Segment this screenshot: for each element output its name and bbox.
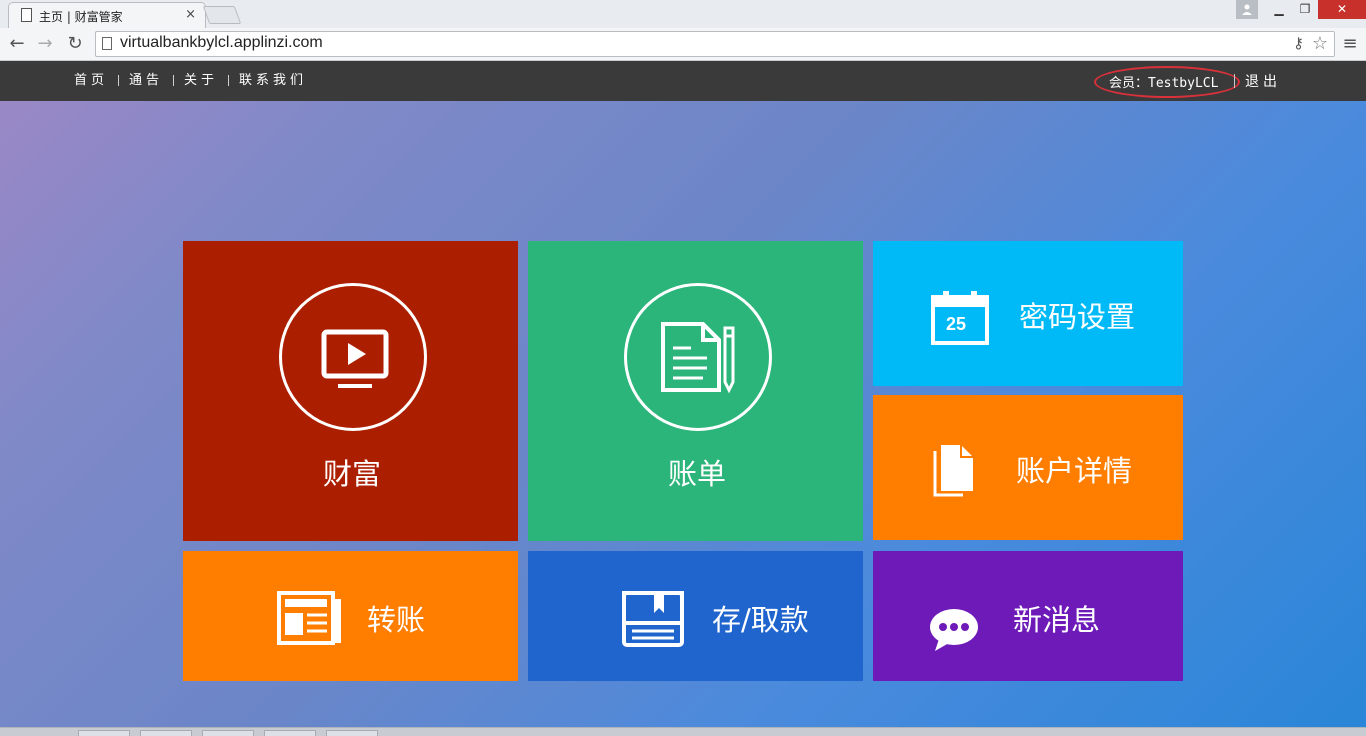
close-window-button[interactable]: ✕ <box>1318 0 1366 19</box>
site-body: 首页 通告 关于 联系我们 会员：TestbyLCL 退出 财富 账单 25 密… <box>0 61 1366 727</box>
nav-link-home[interactable]: 首页 <box>74 61 108 101</box>
taskbar-button[interactable] <box>78 730 130 736</box>
newspaper-icon <box>277 591 341 645</box>
tile-new-messages[interactable]: 新消息 <box>873 551 1183 681</box>
new-tab-button[interactable] <box>202 6 242 24</box>
document-pencil-icon <box>624 283 772 431</box>
os-taskbar <box>0 727 1366 736</box>
tile-label: 转账 <box>367 603 426 637</box>
top-navigation: 首页 通告 关于 联系我们 会员：TestbyLCL 退出 <box>0 61 1366 101</box>
url-text[interactable]: virtualbankbylcl.applinzi.com <box>120 34 323 52</box>
page-icon <box>102 37 112 50</box>
chat-bubble-icon <box>930 609 978 651</box>
nav-links: 首页 通告 关于 联系我们 <box>74 61 307 101</box>
tile-label: 密码设置 <box>1019 300 1136 334</box>
tile-deposit-withdraw[interactable]: 存/取款 <box>528 551 863 681</box>
key-icon[interactable]: ⚷ <box>1293 34 1304 52</box>
tab-close-icon[interactable]: × <box>185 7 196 22</box>
browser-tab[interactable]: 主页 | 财富管家 × <box>8 2 206 28</box>
tile-password-settings[interactable]: 25 密码设置 <box>873 241 1183 386</box>
nav-divider <box>173 75 175 86</box>
page-icon <box>21 8 32 22</box>
reload-button[interactable]: ↻ <box>63 32 87 56</box>
address-bar[interactable]: virtualbankbylcl.applinzi.com ⚷ ☆ <box>95 31 1335 57</box>
nav-link-about[interactable]: 关于 <box>184 61 218 101</box>
nav-divider <box>228 75 230 86</box>
minimize-button[interactable]: ▁ <box>1266 0 1292 19</box>
red-annotation-circle <box>1094 66 1240 98</box>
nav-link-contact[interactable]: 联系我们 <box>239 61 307 101</box>
tile-bill[interactable]: 账单 <box>528 241 863 541</box>
logout-link[interactable]: 退出 <box>1245 71 1281 91</box>
taskbar-button[interactable] <box>326 730 378 736</box>
maximize-button[interactable]: ❐ <box>1292 0 1318 19</box>
nav-divider <box>1234 74 1235 88</box>
tile-wealth[interactable]: 财富 <box>183 241 518 541</box>
tile-label: 账单 <box>668 457 727 491</box>
tile-label: 存/取款 <box>712 603 809 637</box>
nav-link-notice[interactable]: 通告 <box>129 61 163 101</box>
tile-label: 新消息 <box>1013 603 1101 637</box>
tile-transfer[interactable]: 转账 <box>183 551 518 681</box>
tile-label: 财富 <box>323 457 382 491</box>
tv-play-icon <box>279 283 427 431</box>
taskbar-button[interactable] <box>264 730 316 736</box>
tab-title: 主页 | 财富管家 <box>39 10 123 24</box>
nav-divider <box>118 75 120 86</box>
browser-titlebar: 主页 | 财富管家 × ▁ ❐ ✕ <box>0 0 1366 28</box>
tile-label: 账户详情 <box>1016 454 1133 488</box>
browser-toolbar: ← → ↻ virtualbankbylcl.applinzi.com ⚷ ☆ … <box>0 28 1366 61</box>
user-profile-icon[interactable] <box>1236 0 1258 19</box>
book-icon <box>622 591 684 647</box>
tile-account-details[interactable]: 账户详情 <box>873 395 1183 540</box>
back-button[interactable]: ← <box>5 32 29 56</box>
taskbar-button[interactable] <box>202 730 254 736</box>
files-icon <box>933 445 973 497</box>
calendar-day: 25 <box>946 314 967 334</box>
browser-menu-icon[interactable]: ≡ <box>1340 34 1360 54</box>
forward-button[interactable]: → <box>33 32 57 56</box>
taskbar-button[interactable] <box>140 730 192 736</box>
bookmark-star-icon[interactable]: ☆ <box>1312 33 1328 54</box>
